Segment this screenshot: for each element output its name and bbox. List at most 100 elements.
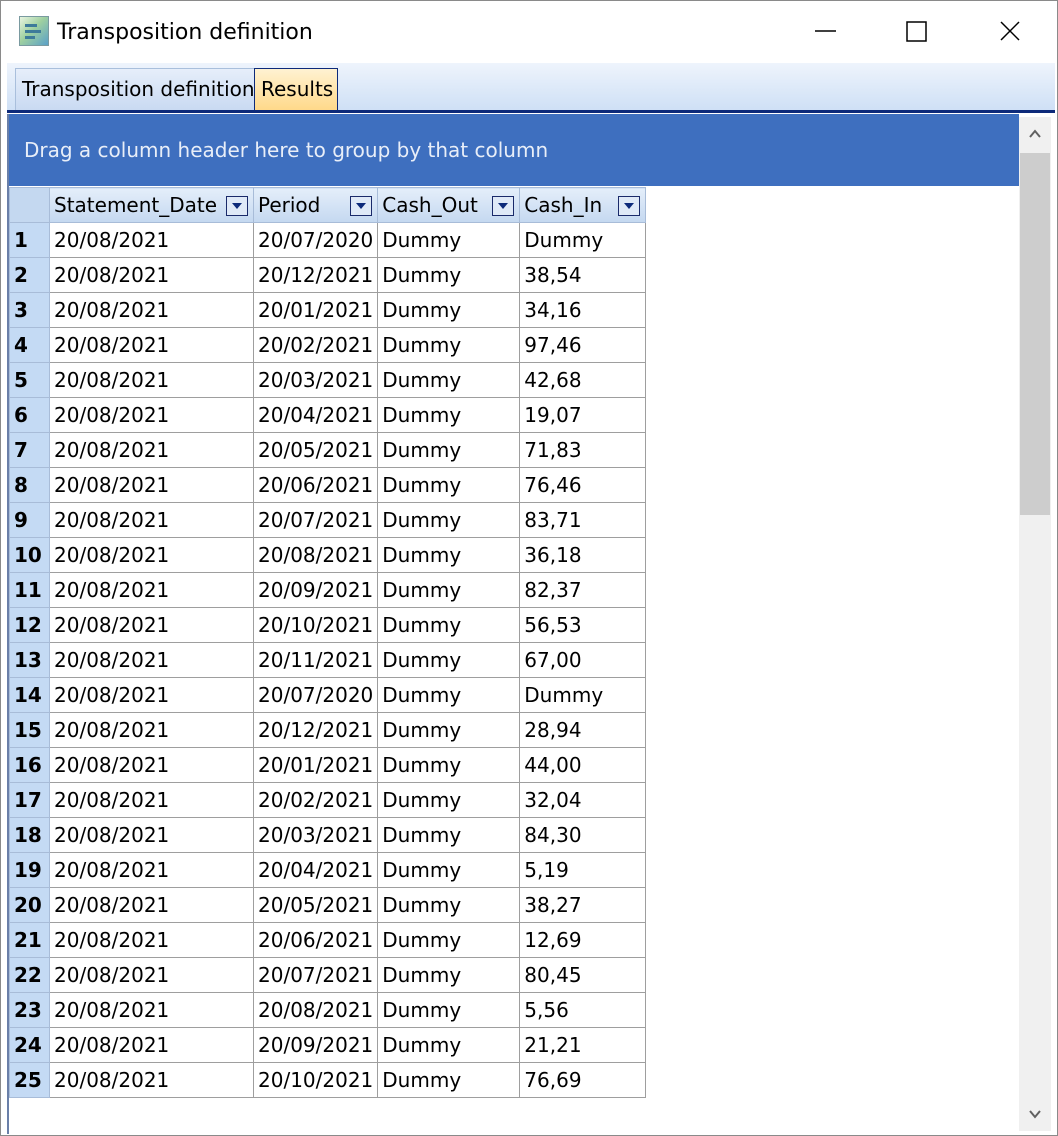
cell-cash-in[interactable]: 12,69: [519, 922, 647, 958]
cell-statement-date[interactable]: 20/08/2021: [49, 397, 254, 433]
minimize-button[interactable]: [779, 1, 871, 63]
cell-statement-date[interactable]: 20/08/2021: [49, 922, 254, 958]
cell-cash-in[interactable]: 80,45: [519, 957, 647, 993]
maximize-button[interactable]: [871, 1, 963, 63]
cell-cash-in[interactable]: 97,46: [519, 327, 647, 363]
table-row[interactable]: 22 20/08/2021 20/07/2021 Dummy 80,45: [9, 957, 647, 993]
cell-statement-date[interactable]: 20/08/2021: [49, 642, 254, 678]
table-row[interactable]: 16 20/08/2021 20/01/2021 Dummy 44,00: [9, 747, 647, 783]
cell-period[interactable]: 20/10/2021: [252, 1062, 379, 1098]
cell-cash-out[interactable]: Dummy: [377, 502, 521, 538]
cell-statement-date[interactable]: 20/08/2021: [49, 292, 254, 328]
table-row[interactable]: 3 20/08/2021 20/01/2021 Dummy 34,16: [9, 292, 647, 328]
cell-cash-out[interactable]: Dummy: [377, 572, 521, 608]
cell-statement-date[interactable]: 20/08/2021: [49, 607, 254, 643]
cell-cash-in[interactable]: 42,68: [519, 362, 647, 398]
filter-dropdown-icon[interactable]: [618, 195, 641, 216]
row-number[interactable]: 12: [9, 607, 50, 643]
cell-cash-in[interactable]: 82,37: [519, 572, 647, 608]
table-row[interactable]: 4 20/08/2021 20/02/2021 Dummy 97,46: [9, 327, 647, 363]
cell-statement-date[interactable]: 20/08/2021: [49, 817, 254, 853]
table-row[interactable]: 15 20/08/2021 20/12/2021 Dummy 28,94: [9, 712, 647, 748]
cell-cash-out[interactable]: Dummy: [377, 712, 521, 748]
cell-statement-date[interactable]: 20/08/2021: [49, 747, 254, 783]
cell-statement-date[interactable]: 20/08/2021: [49, 432, 254, 468]
cell-statement-date[interactable]: 20/08/2021: [49, 257, 254, 293]
grid-corner[interactable]: [9, 187, 50, 223]
cell-period[interactable]: 20/12/2021: [252, 257, 379, 293]
cell-cash-out[interactable]: Dummy: [377, 747, 521, 783]
cell-statement-date[interactable]: 20/08/2021: [49, 677, 254, 713]
row-number[interactable]: 15: [9, 712, 50, 748]
table-row[interactable]: 14 20/08/2021 20/07/2020 Dummy Dummy: [9, 677, 647, 713]
row-number[interactable]: 8: [9, 467, 50, 503]
cell-cash-in[interactable]: 44,00: [519, 747, 647, 783]
column-header-cash-in[interactable]: Cash_In: [519, 187, 647, 223]
column-header-cash-out[interactable]: Cash_Out: [377, 187, 521, 223]
cell-cash-out[interactable]: Dummy: [377, 432, 521, 468]
cell-period[interactable]: 20/04/2021: [252, 852, 379, 888]
cell-period[interactable]: 20/05/2021: [252, 432, 379, 468]
cell-period[interactable]: 20/06/2021: [252, 467, 379, 503]
close-button[interactable]: [963, 1, 1055, 63]
cell-statement-date[interactable]: 20/08/2021: [49, 467, 254, 503]
cell-cash-out[interactable]: Dummy: [377, 1027, 521, 1063]
cell-period[interactable]: 20/09/2021: [252, 572, 379, 608]
cell-period[interactable]: 20/10/2021: [252, 607, 379, 643]
cell-cash-out[interactable]: Dummy: [377, 327, 521, 363]
tab-results[interactable]: Results: [254, 68, 338, 110]
cell-period[interactable]: 20/07/2021: [252, 502, 379, 538]
table-row[interactable]: 13 20/08/2021 20/11/2021 Dummy 67,00: [9, 642, 647, 678]
cell-cash-out[interactable]: Dummy: [377, 467, 521, 503]
cell-period[interactable]: 20/08/2021: [252, 537, 379, 573]
cell-cash-out[interactable]: Dummy: [377, 362, 521, 398]
cell-period[interactable]: 20/06/2021: [252, 922, 379, 958]
table-row[interactable]: 8 20/08/2021 20/06/2021 Dummy 76,46: [9, 467, 647, 503]
cell-cash-in[interactable]: 76,46: [519, 467, 647, 503]
cell-statement-date[interactable]: 20/08/2021: [49, 1062, 254, 1098]
cell-period[interactable]: 20/02/2021: [252, 327, 379, 363]
cell-statement-date[interactable]: 20/08/2021: [49, 327, 254, 363]
cell-cash-in[interactable]: 38,27: [519, 887, 647, 923]
row-number[interactable]: 7: [9, 432, 50, 468]
cell-cash-in[interactable]: Dummy: [519, 222, 647, 258]
table-row[interactable]: 10 20/08/2021 20/08/2021 Dummy 36,18: [9, 537, 647, 573]
filter-dropdown-icon[interactable]: [492, 195, 515, 216]
cell-cash-out[interactable]: Dummy: [377, 1062, 521, 1098]
row-number[interactable]: 9: [9, 502, 50, 538]
cell-cash-out[interactable]: Dummy: [377, 642, 521, 678]
cell-cash-in[interactable]: 5,56: [519, 992, 647, 1028]
row-number[interactable]: 3: [9, 292, 50, 328]
filter-dropdown-icon[interactable]: [350, 195, 373, 216]
table-row[interactable]: 23 20/08/2021 20/08/2021 Dummy 5,56: [9, 992, 647, 1028]
table-row[interactable]: 9 20/08/2021 20/07/2021 Dummy 83,71: [9, 502, 647, 538]
cell-period[interactable]: 20/08/2021: [252, 992, 379, 1028]
row-number[interactable]: 10: [9, 537, 50, 573]
cell-period[interactable]: 20/02/2021: [252, 782, 379, 818]
row-number[interactable]: 14: [9, 677, 50, 713]
table-row[interactable]: 25 20/08/2021 20/10/2021 Dummy 76,69: [9, 1062, 647, 1098]
cell-statement-date[interactable]: 20/08/2021: [49, 572, 254, 608]
row-number[interactable]: 6: [9, 397, 50, 433]
cell-cash-in[interactable]: 36,18: [519, 537, 647, 573]
cell-cash-out[interactable]: Dummy: [377, 887, 521, 923]
cell-statement-date[interactable]: 20/08/2021: [49, 537, 254, 573]
table-row[interactable]: 20 20/08/2021 20/05/2021 Dummy 38,27: [9, 887, 647, 923]
cell-cash-out[interactable]: Dummy: [377, 922, 521, 958]
scrollbar-thumb[interactable]: [1020, 153, 1050, 515]
row-number[interactable]: 24: [9, 1027, 50, 1063]
scroll-down-button[interactable]: [1019, 1097, 1051, 1131]
row-number[interactable]: 4: [9, 327, 50, 363]
cell-cash-out[interactable]: Dummy: [377, 292, 521, 328]
scroll-up-button[interactable]: [1019, 117, 1051, 151]
cell-cash-out[interactable]: Dummy: [377, 852, 521, 888]
row-number[interactable]: 22: [9, 957, 50, 993]
row-number[interactable]: 19: [9, 852, 50, 888]
cell-cash-out[interactable]: Dummy: [377, 397, 521, 433]
cell-cash-in[interactable]: 19,07: [519, 397, 647, 433]
cell-cash-in[interactable]: 34,16: [519, 292, 647, 328]
cell-period[interactable]: 20/09/2021: [252, 1027, 379, 1063]
cell-statement-date[interactable]: 20/08/2021: [49, 502, 254, 538]
row-number[interactable]: 25: [9, 1062, 50, 1098]
table-row[interactable]: 6 20/08/2021 20/04/2021 Dummy 19,07: [9, 397, 647, 433]
